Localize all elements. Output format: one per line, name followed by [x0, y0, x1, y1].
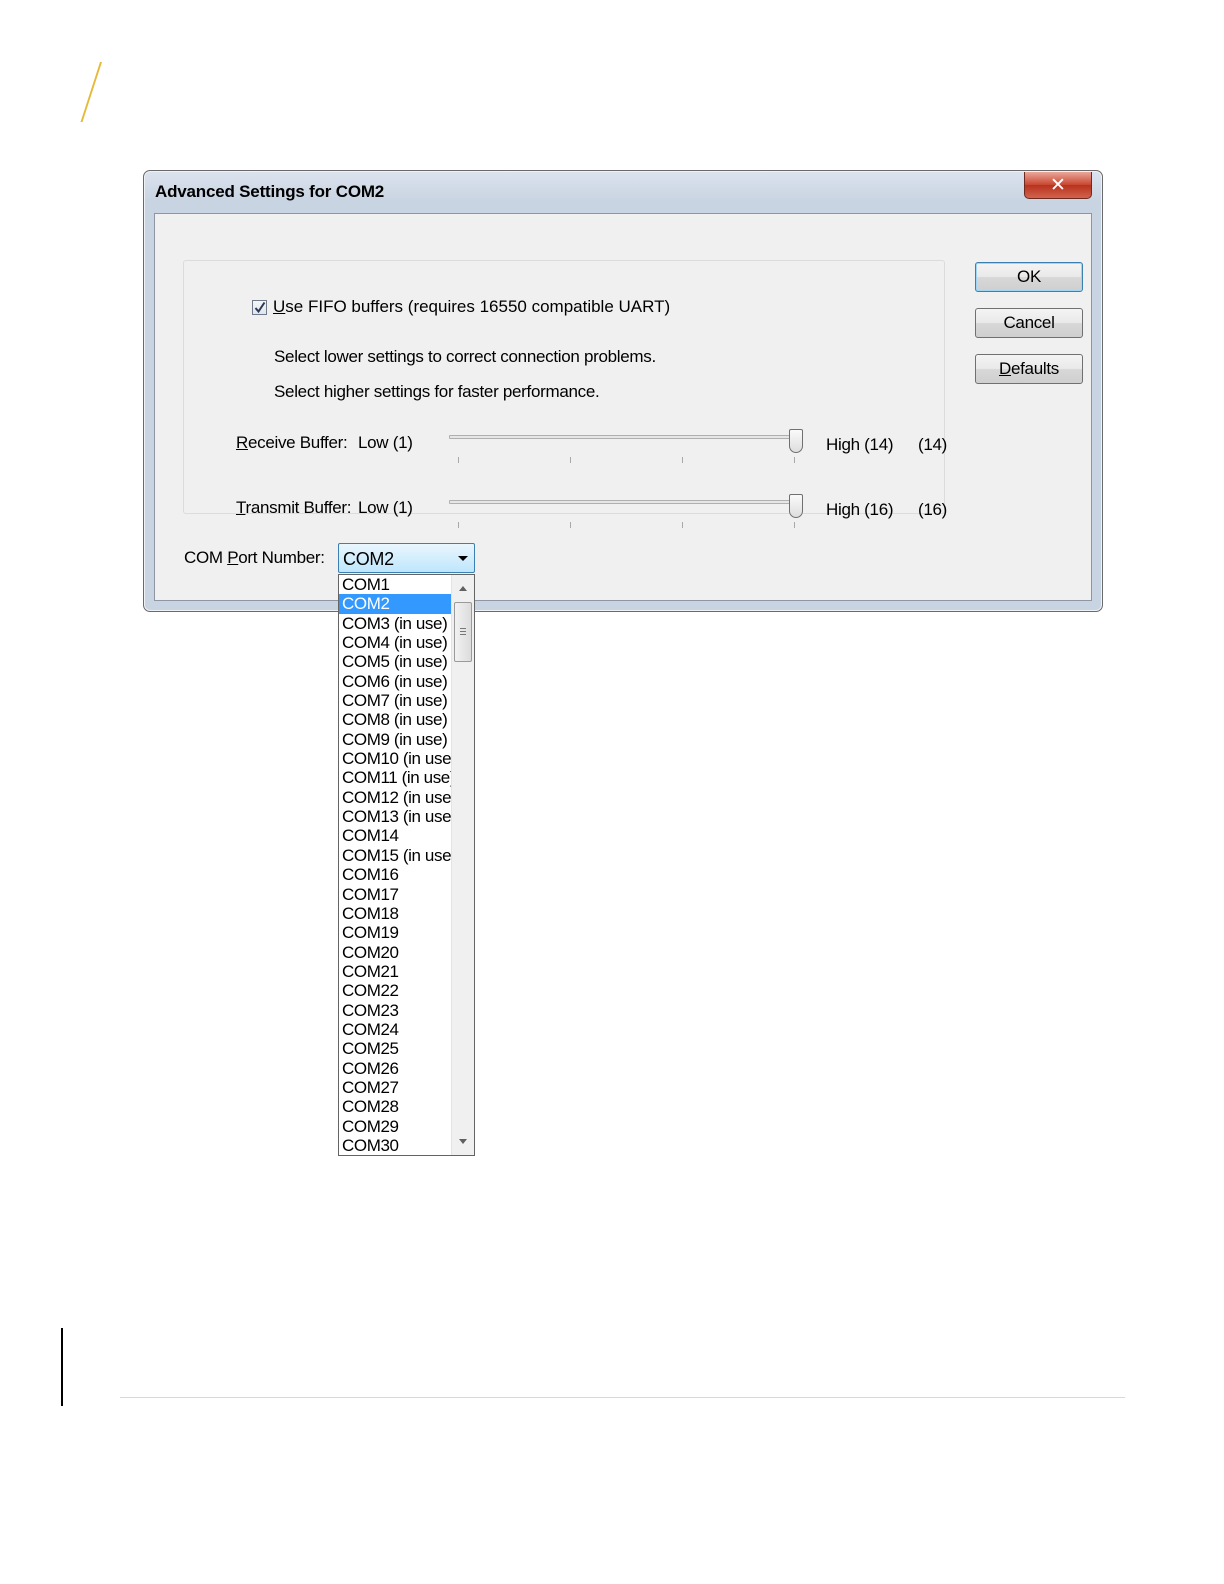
transmit-buffer-low-label: Low (1) — [358, 498, 413, 517]
com-port-option[interactable]: COM17 — [339, 885, 451, 904]
advanced-settings-dialog: Advanced Settings for COM2 ✕ Use FIFO bu… — [143, 170, 1103, 612]
close-button[interactable]: ✕ — [1024, 172, 1092, 199]
com-port-option[interactable]: COM12 (in use) — [339, 788, 457, 807]
info-higher-settings: Select higher settings for faster perfor… — [274, 382, 600, 401]
com-port-options: COM1 COM2 COM3 (in use) COM4 (in use) COM5 (… — [339, 575, 457, 1155]
com-port-option[interactable]: COM19 — [339, 923, 451, 942]
dropdown-arrow-icon[interactable] — [458, 556, 468, 561]
dialog-title: Advanced Settings for COM2 — [155, 182, 385, 201]
receive-buffer-label: Receive Buffer: — [236, 433, 348, 452]
margin-rule — [61, 1328, 63, 1406]
receive-buffer-tick — [682, 457, 683, 463]
com-port-option[interactable]: COM9 (in use) — [339, 730, 451, 749]
com-port-select[interactable]: COM2 — [338, 543, 475, 573]
com-port-option[interactable]: COM20 — [339, 943, 451, 962]
cancel-button[interactable]: Cancel — [975, 308, 1083, 338]
receive-buffer-low-label: Low (1) — [358, 433, 413, 452]
transmit-buffer-tick — [458, 522, 459, 528]
transmit-buffer-row: Transmit Buffer: Low (1) High (16) (16) — [236, 494, 976, 534]
grip-icon — [460, 628, 466, 629]
com-port-option[interactable]: COM1 — [339, 575, 451, 594]
receive-buffer-row: Receive Buffer: Low (1) High (14) (14) — [236, 429, 976, 469]
transmit-buffer-tick — [794, 522, 795, 528]
receive-buffer-tick — [458, 457, 459, 463]
com-port-option[interactable]: COM22 — [339, 981, 451, 1000]
title-bar[interactable]: Advanced Settings for COM2 ✕ — [144, 171, 1102, 213]
scroll-down-arrow-icon[interactable] — [459, 1139, 467, 1144]
dialog-client-area: Use FIFO buffers (requires 16550 compati… — [154, 213, 1092, 601]
transmit-buffer-tick — [570, 522, 571, 528]
dropdown-scrollbar[interactable] — [451, 575, 474, 1155]
com-port-option[interactable]: COM11 (in use) — [339, 768, 456, 787]
com-port-option[interactable]: COM8 (in use) — [339, 710, 451, 729]
transmit-buffer-track[interactable] — [449, 500, 796, 504]
com-port-option[interactable]: COM18 — [339, 904, 451, 923]
scroll-up-arrow-icon[interactable] — [459, 586, 467, 591]
fifo-checkbox[interactable] — [252, 299, 267, 315]
com-port-option[interactable]: COM3 (in use) — [339, 614, 451, 633]
com-port-option[interactable]: COM10 (in use) — [339, 749, 457, 768]
receive-buffer-high-label: High (14) — [826, 435, 894, 454]
receive-buffer-slider-thumb[interactable] — [789, 429, 803, 453]
transmit-buffer-value: (16) — [918, 500, 948, 519]
checkmark-icon — [254, 301, 266, 313]
com-port-option[interactable]: COM4 (in use) — [339, 633, 451, 652]
com-port-option[interactable]: COM16 — [339, 865, 451, 884]
com-port-option[interactable]: COM7 (in use) — [339, 691, 451, 710]
receive-buffer-tick — [570, 457, 571, 463]
receive-buffer-track[interactable] — [449, 435, 796, 439]
close-icon: ✕ — [1050, 174, 1066, 196]
fifo-group-box: Use FIFO buffers (requires 16550 compati… — [183, 260, 947, 528]
fifo-label: Use FIFO buffers (requires 16550 compati… — [273, 297, 671, 316]
com-port-selected-value: COM2 — [343, 549, 394, 569]
com-port-option[interactable]: COM14 — [339, 826, 451, 845]
com-port-option[interactable]: COM2 — [339, 594, 451, 614]
com-port-number-label: COM Port Number: — [184, 548, 325, 567]
com-port-option[interactable]: COM27 — [339, 1078, 451, 1097]
info-lower-settings: Select lower settings to correct connect… — [274, 347, 656, 366]
com-port-option[interactable]: COM26 — [339, 1059, 451, 1078]
transmit-buffer-label: Transmit Buffer: — [236, 498, 352, 517]
ok-button[interactable]: OK — [975, 262, 1083, 292]
transmit-buffer-high-label: High (16) — [826, 500, 894, 519]
receive-buffer-value: (14) — [918, 435, 948, 454]
com-port-option[interactable]: COM29 — [339, 1117, 451, 1136]
com-port-option[interactable]: COM15 (in use) — [339, 846, 457, 865]
com-port-dropdown-list[interactable]: COM1 COM2 COM3 (in use) COM4 (in use) COM5 (… — [338, 574, 475, 1156]
footer-divider — [120, 1397, 1125, 1398]
scrollbar-thumb[interactable] — [454, 602, 472, 662]
transmit-buffer-tick — [682, 522, 683, 528]
grip-icon — [460, 634, 466, 635]
com-port-option[interactable]: COM25 — [339, 1039, 451, 1058]
com-port-option[interactable]: COM28 — [339, 1097, 451, 1116]
fifo-checkbox-row[interactable]: Use FIFO buffers (requires 16550 compati… — [250, 297, 675, 317]
com-port-option[interactable]: COM30 — [339, 1136, 451, 1155]
com-port-option[interactable]: COM23 — [339, 1001, 451, 1020]
com-port-option[interactable]: COM21 — [339, 962, 451, 981]
grip-icon — [460, 631, 466, 632]
defaults-button[interactable]: Defaults — [975, 354, 1083, 384]
transmit-buffer-slider-thumb[interactable] — [789, 494, 803, 518]
receive-buffer-tick — [794, 457, 795, 463]
com-port-option[interactable]: COM24 — [339, 1020, 451, 1039]
decorative-slash — [80, 62, 102, 122]
com-port-option[interactable]: COM6 (in use) — [339, 672, 451, 691]
com-port-option[interactable]: COM5 (in use) — [339, 652, 451, 671]
com-port-option[interactable]: COM13 (in use) — [339, 807, 457, 826]
